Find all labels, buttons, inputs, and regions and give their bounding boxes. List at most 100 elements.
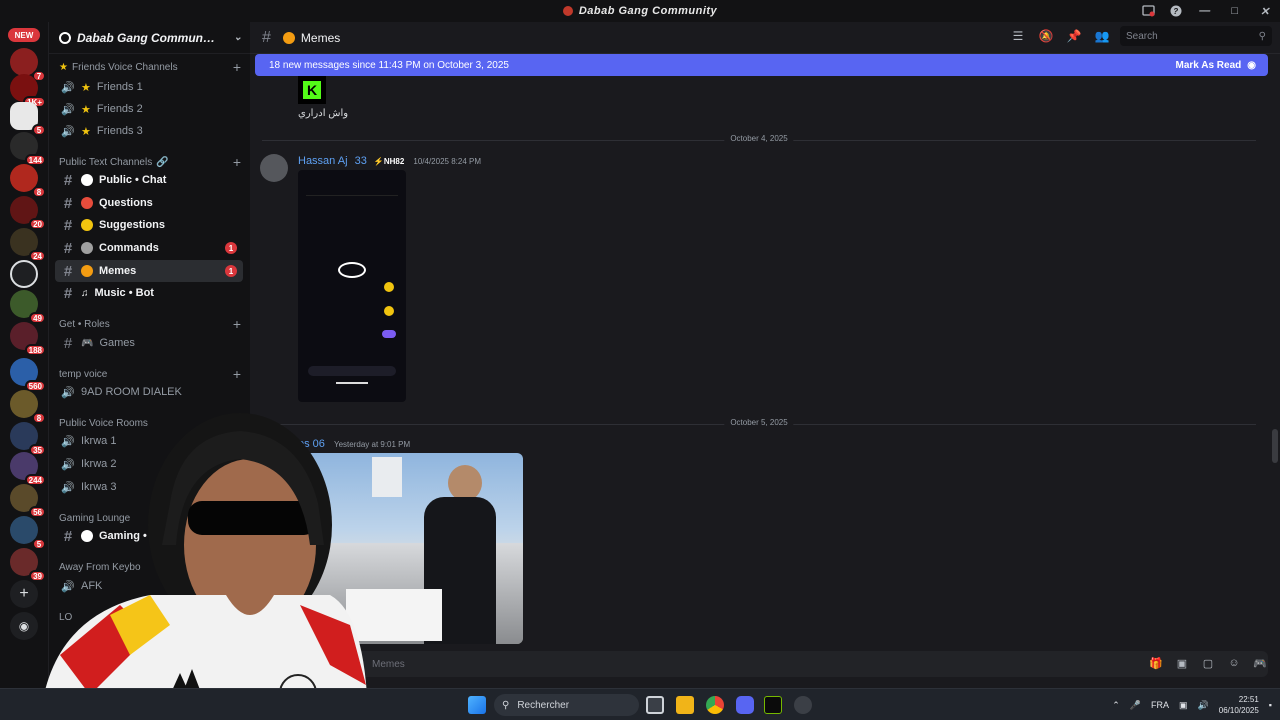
add-channel-icon[interactable]: + <box>233 316 241 332</box>
discord-icon[interactable] <box>736 696 754 714</box>
category-label: Friends Voice Channels <box>71 61 178 73</box>
author-name[interactable]: Hassan Aj <box>298 155 348 167</box>
server-badge: 20 <box>29 218 46 230</box>
speaker-icon: 🔊 <box>61 126 75 138</box>
avatar[interactable] <box>260 154 288 182</box>
new-messages-banner[interactable]: 18 new messages since 11:43 PM on Octobe… <box>255 54 1268 76</box>
server-icon[interactable]: 49 <box>10 290 46 324</box>
emoji-image <box>384 282 394 292</box>
server-icon[interactable]: 20 <box>10 196 46 230</box>
message-input[interactable]: Memes <box>262 651 1268 677</box>
channel-label: Suggestions <box>99 219 166 231</box>
chevron-up-icon[interactable]: ⌃ <box>1112 700 1120 711</box>
text-channel-commands[interactable]: # Commands 1 <box>55 237 243 259</box>
hash-icon: # <box>63 262 73 280</box>
lightbulb-icon <box>81 219 93 231</box>
server-icon[interactable]: 188 <box>10 322 46 356</box>
text-channel-suggestions[interactable]: # Suggestions <box>55 214 243 236</box>
server-icon[interactable]: 8 <box>10 164 46 198</box>
text-channel-memes[interactable]: # Memes 1 <box>55 260 243 282</box>
category-friends-voice[interactable]: ★ Friends Voice Channels + <box>49 57 250 77</box>
chrome-icon[interactable] <box>706 696 724 714</box>
taskbar-search[interactable]: ⚲ Rechercher <box>494 694 639 716</box>
emoji-icon[interactable]: ☺ <box>1226 655 1242 671</box>
close-icon[interactable]: ✕ <box>1250 0 1280 22</box>
microphone-icon[interactable]: 🎤 <box>1130 700 1141 711</box>
notification-icon[interactable]: ▪ <box>1269 700 1272 710</box>
gift-icon[interactable]: 🎁 <box>1148 655 1164 671</box>
volume-icon[interactable]: 🔊 <box>1198 700 1209 711</box>
message-text: واش ادراري <box>298 108 349 119</box>
window-controls: ? — □ ✕ <box>1134 0 1280 22</box>
guild-header[interactable]: Dabab Gang Commun… ⌄ <box>49 22 250 54</box>
server-badge: 8 <box>32 186 46 198</box>
inbox-icon[interactable] <box>1134 0 1162 22</box>
message-input-placeholder: Memes <box>372 658 405 670</box>
channel-label: Games <box>99 337 135 349</box>
apps-icon[interactable]: 🎮 <box>1252 655 1268 671</box>
date-divider: October 5, 2025 <box>262 418 1256 427</box>
sticker-icon[interactable]: ▢ <box>1200 655 1216 671</box>
voice-channel-friends-1[interactable]: 🔊 ★ Friends 1 <box>55 76 243 98</box>
server-icon[interactable]: 7 <box>10 48 46 82</box>
server-icon[interactable]: 1K+ <box>10 74 46 108</box>
voice-channel-friends-3[interactable]: 🔊 ★ Friends 3 <box>55 120 243 142</box>
maximize-icon[interactable]: □ <box>1220 0 1250 22</box>
text-channel-questions[interactable]: # Questions <box>55 192 243 214</box>
threads-icon[interactable]: ☰ <box>1008 26 1028 46</box>
mute-bell-icon[interactable]: 🔕 <box>1036 26 1056 46</box>
mark-as-read-button[interactable]: Mark As Read ◉ <box>1175 60 1256 71</box>
voice-channel-9ad-room[interactable]: 🔊 9AD ROOM DIALEK <box>55 381 243 403</box>
app-icon[interactable] <box>794 696 812 714</box>
network-icon[interactable]: ▣ <box>1179 700 1188 711</box>
guild-icon <box>59 31 71 44</box>
channel-label: Friends 1 <box>96 81 143 93</box>
server-icon[interactable]: 560 <box>10 358 46 392</box>
nvidia-icon[interactable] <box>764 696 782 714</box>
speaker-icon: 🔊 <box>61 387 75 399</box>
server-icon[interactable]: 24 <box>10 228 46 262</box>
music-note-icon: ♫ <box>81 287 89 299</box>
date-divider: October 4, 2025 <box>262 134 1256 143</box>
text-channel-music-bot[interactable]: # ♫ Music • Bot <box>55 282 243 304</box>
server-icon-active[interactable] <box>10 260 38 288</box>
pin-icon[interactable]: 📌 <box>1064 26 1084 46</box>
emoji-image <box>384 306 394 316</box>
server-badge: 49 <box>29 312 46 324</box>
language-indicator[interactable]: FRA <box>1151 700 1169 710</box>
text-channel-public-chat[interactable]: # Public • Chat <box>55 169 243 191</box>
new-servers-pill[interactable]: NEW <box>8 28 40 42</box>
add-channel-icon[interactable]: + <box>233 154 241 170</box>
members-icon[interactable]: 👥 <box>1092 26 1112 46</box>
windows-start-icon[interactable] <box>468 696 486 714</box>
server-icon[interactable]: 5 <box>10 102 46 136</box>
clock[interactable]: 22:51 06/10/2025 <box>1219 694 1259 716</box>
channel-title: Memes <box>300 30 341 45</box>
taskbar-search-label: Rechercher <box>517 699 570 711</box>
new-messages-text: 18 new messages since 11:43 PM on Octobe… <box>269 59 509 71</box>
clock-date: 06/10/2025 <box>1218 706 1259 715</box>
add-channel-icon[interactable]: + <box>233 366 241 382</box>
minimize-icon[interactable]: — <box>1190 0 1220 22</box>
webcam-overlay <box>0 405 368 720</box>
robot-icon <box>81 242 93 254</box>
text-channel-games[interactable]: # 🎮 Games <box>55 332 243 354</box>
message-image-screenshot[interactable] <box>298 170 406 402</box>
gif-icon[interactable]: ▣ <box>1174 655 1190 671</box>
kick-logo-image[interactable]: K <box>298 76 326 104</box>
scrollbar-thumb[interactable] <box>1272 429 1278 463</box>
search-input[interactable]: Search ⚲ <box>1120 26 1272 46</box>
channel-label: Questions <box>99 197 153 209</box>
search-icon: ⚲ <box>1258 30 1266 42</box>
unread-badge: 1 <box>225 242 237 254</box>
search-icon: ⚲ <box>502 699 510 711</box>
help-icon[interactable]: ? <box>1162 0 1190 22</box>
circle-annotation <box>338 262 366 278</box>
search-placeholder: Search <box>1126 30 1158 42</box>
file-explorer-icon[interactable] <box>676 696 694 714</box>
voice-channel-friends-2[interactable]: 🔊 ★ Friends 2 <box>55 98 243 120</box>
add-channel-icon[interactable]: + <box>233 59 241 75</box>
category-get-roles[interactable]: Get • Roles + <box>49 314 250 334</box>
task-view-icon[interactable] <box>646 696 664 714</box>
server-icon[interactable]: 144 <box>10 132 46 166</box>
